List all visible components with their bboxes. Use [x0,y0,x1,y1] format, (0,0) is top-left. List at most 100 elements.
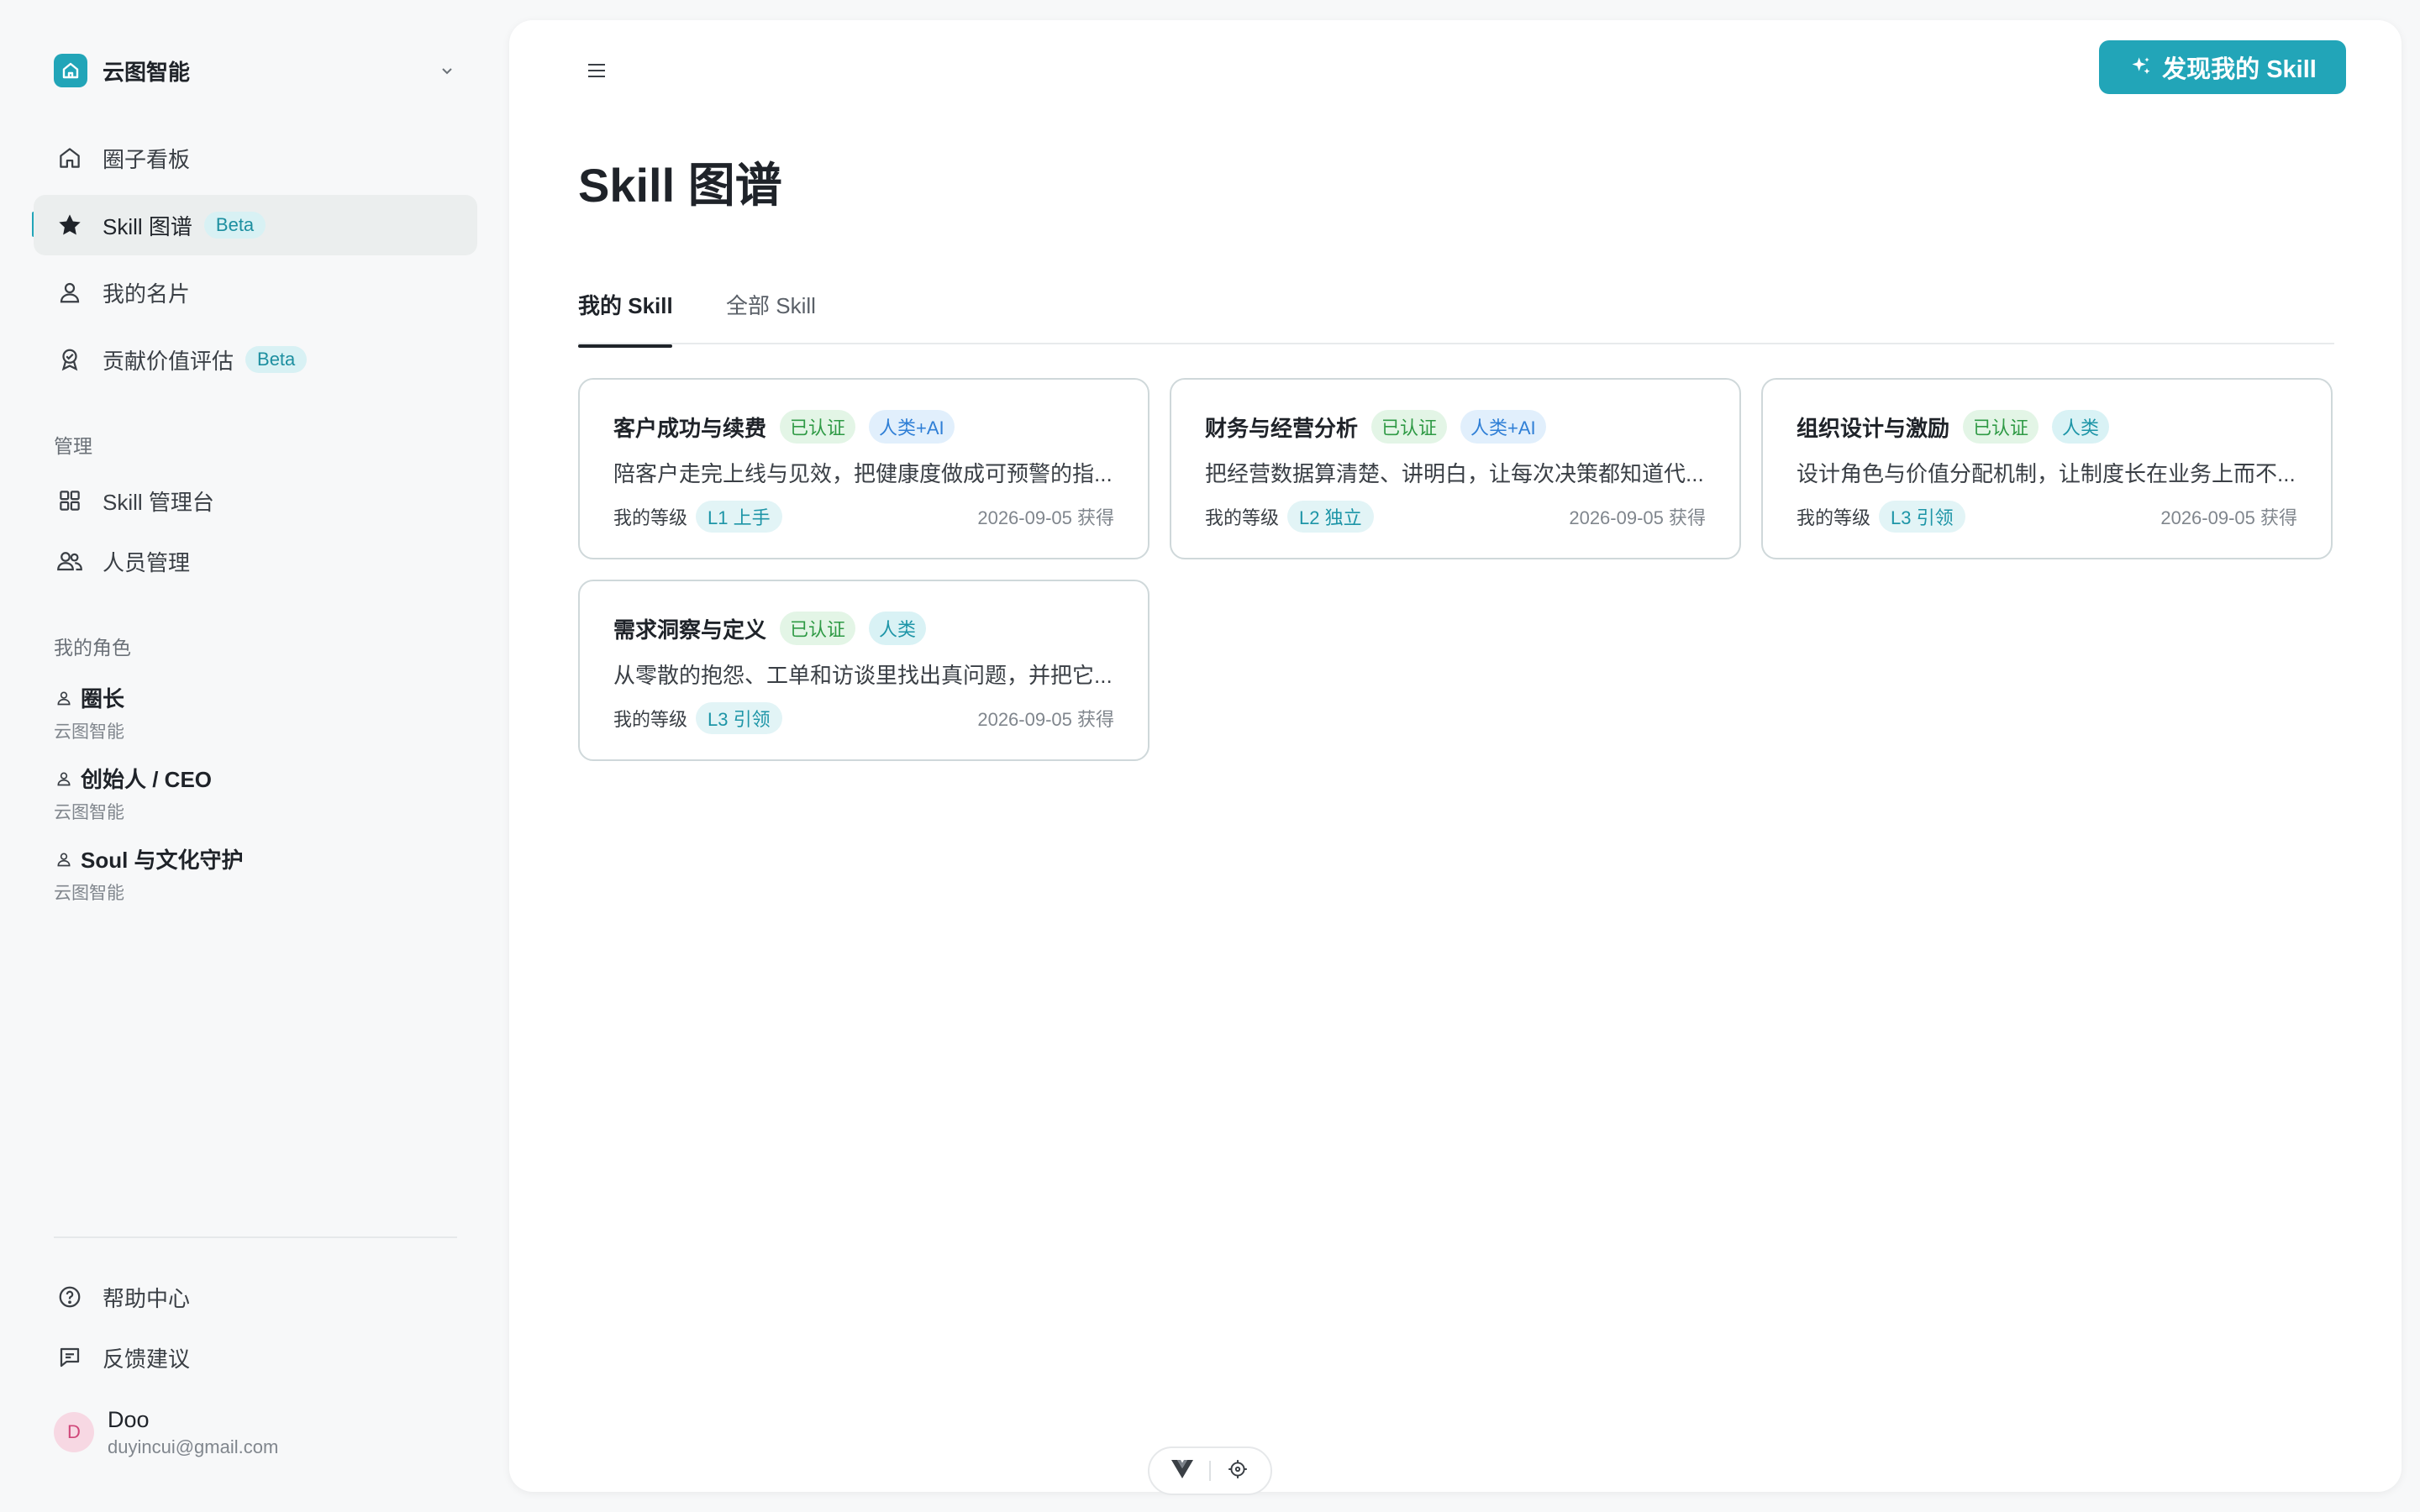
skill-description: 把经营数据算清楚、讲明白，让每次决策都知道代... [1205,461,1704,486]
vue-logo-icon [1171,1459,1194,1483]
section-title-manage: 管理 [54,435,92,457]
tab-label: 全部 Skill [726,293,816,318]
user-icon [54,688,74,708]
tab-my-skill[interactable]: 我的 Skill [578,289,673,348]
skill-type-badge: 人类 [869,612,927,645]
beta-badge: Beta [245,346,308,373]
sidebar-item-label: 贡献价值评估 [103,348,234,374]
skill-description: 设计角色与价值分配机制，让制度长在业务上而不... [1797,461,2296,486]
sidebar-item-help[interactable]: 帮助中心 [34,1267,477,1327]
sidebar-divider [54,1236,457,1238]
acquired-date: 2026-09-05 获得 [977,507,1114,528]
sidebar-item-label: Skill 管理台 [103,489,214,515]
level-label: 我的等级 [1205,507,1280,528]
sidebar-item-skill-admin[interactable]: Skill 管理台 [34,470,477,531]
sidebar-item-skill-graph[interactable]: Skill 图谱 Beta [34,195,477,255]
sidebar-item-label: 圈子看板 [103,146,191,172]
devtools-dock [1148,1446,1272,1495]
org-name: 云图智能 [103,59,191,85]
user-icon [54,849,74,869]
sidebar-item-my-card[interactable]: 我的名片 [34,262,477,323]
sidebar-item-label: 反馈建议 [103,1346,191,1372]
help-circle-icon [55,1283,84,1311]
skill-type-badge: 人类 [2052,410,2110,444]
sidebar-item-label: 帮助中心 [103,1285,191,1311]
level-label: 我的等级 [613,507,688,528]
avatar: D [54,1412,94,1452]
menu-toggle-button[interactable] [578,54,615,91]
level-label: 我的等级 [613,709,688,730]
grid-icon [55,486,84,515]
discover-skill-label: 发现我的 Skill [2162,56,2317,83]
role-item: 圈长 云图智能 [54,682,457,743]
skill-title: 需求洞察与定义 [613,617,767,643]
sidebar: 云图智能 圈子看板 Skill 图谱 Beta 我的名片 贡献价值评估 Beta… [0,0,509,1512]
sidebar-item-dashboard[interactable]: 圈子看板 [34,128,477,188]
feedback-icon [55,1343,84,1372]
dock-separator [1209,1461,1211,1481]
skill-card[interactable]: 财务与经营分析 已认证 人类+AI 把经营数据算清楚、讲明白，让每次决策都知道代… [1170,378,1741,559]
level-badge: L3 引领 [1879,501,1965,533]
discover-skill-button[interactable]: 发现我的 Skill [2099,40,2346,94]
app-root: 云图智能 圈子看板 Skill 图谱 Beta 我的名片 贡献价值评估 Beta… [0,0,2420,1512]
role-item: 创始人 / CEO 云图智能 [54,763,457,824]
users-icon [55,547,84,575]
org-switcher[interactable]: 云图智能 [54,52,459,89]
home-icon [55,144,84,172]
role-org: 云图智能 [54,722,124,742]
sidebar-item-people[interactable]: 人员管理 [34,531,477,591]
level-badge: L3 引领 [696,702,782,734]
acquired-date: 2026-09-05 获得 [1569,507,1706,528]
user-icon [55,278,84,307]
acquired-date: 2026-09-05 获得 [2160,507,2297,528]
role-name: Soul 与文化守护 [81,848,244,873]
sidebar-item-label: 人员管理 [103,549,191,575]
skill-title: 客户成功与续费 [613,415,767,441]
role-org: 云图智能 [54,884,124,903]
sparkle-icon [2128,55,2154,80]
user-name: Doo [108,1406,150,1432]
tab-underline [578,344,672,348]
org-logo-icon [54,54,87,87]
tab-label: 我的 Skill [578,293,673,318]
level-badge: L2 独立 [1287,501,1374,533]
certified-badge: 已认证 [780,612,856,645]
crosshair-icon [1227,1458,1249,1484]
role-name: 圈长 [81,686,125,711]
certified-badge: 已认证 [1371,410,1448,444]
award-icon [55,345,84,374]
beta-badge: Beta [203,212,266,239]
sidebar-item-label: Skill 图谱 [103,213,192,239]
role-name: 创始人 / CEO [81,767,213,792]
skill-card[interactable]: 客户成功与续费 已认证 人类+AI 陪客户走完上线与见效，把健康度做成可预警的指… [578,378,1150,559]
skill-title: 组织设计与激励 [1797,415,1950,441]
skill-type-badge: 人类+AI [1460,410,1546,444]
user-profile[interactable]: D Doo duyincui@gmail.com [54,1403,457,1462]
sidebar-item-contribution[interactable]: 贡献价值评估 Beta [34,329,477,390]
role-item: Soul 与文化守护 云图智能 [54,843,457,905]
skill-card[interactable]: 需求洞察与定义 已认证 人类 从零散的抱怨、工单和访谈里找出真问题，并把它...… [578,580,1150,761]
page-title: Skill 图谱 [578,159,782,212]
certified-badge: 已认证 [780,410,856,444]
level-badge: L1 上手 [696,501,782,533]
tab-bar: 我的 Skill 全部 Skill [578,277,2334,348]
tab-all-skill[interactable]: 全部 Skill [726,289,816,345]
user-icon [54,769,74,789]
vue-devtools-button[interactable] [1167,1456,1197,1486]
sidebar-item-feedback[interactable]: 反馈建议 [34,1327,477,1388]
section-title-roles: 我的角色 [54,637,131,659]
level-label: 我的等级 [1797,507,1871,528]
certified-badge: 已认证 [1963,410,2039,444]
skill-type-badge: 人类+AI [869,410,955,444]
chevron-down-icon [435,59,459,82]
inspect-button[interactable] [1223,1456,1253,1486]
role-org: 云图智能 [54,803,124,822]
menu-icon [587,61,607,84]
acquired-date: 2026-09-05 获得 [977,709,1114,730]
skill-description: 从零散的抱怨、工单和访谈里找出真问题，并把它... [613,663,1113,688]
skill-card[interactable]: 组织设计与激励 已认证 人类 设计角色与价值分配机制，让制度长在业务上而不...… [1761,378,2333,559]
skill-description: 陪客户走完上线与见效，把健康度做成可预警的指... [613,461,1113,486]
user-email: duyincui@gmail.com [108,1436,279,1457]
sidebar-item-label: 我的名片 [103,281,191,307]
star-icon [55,211,84,239]
